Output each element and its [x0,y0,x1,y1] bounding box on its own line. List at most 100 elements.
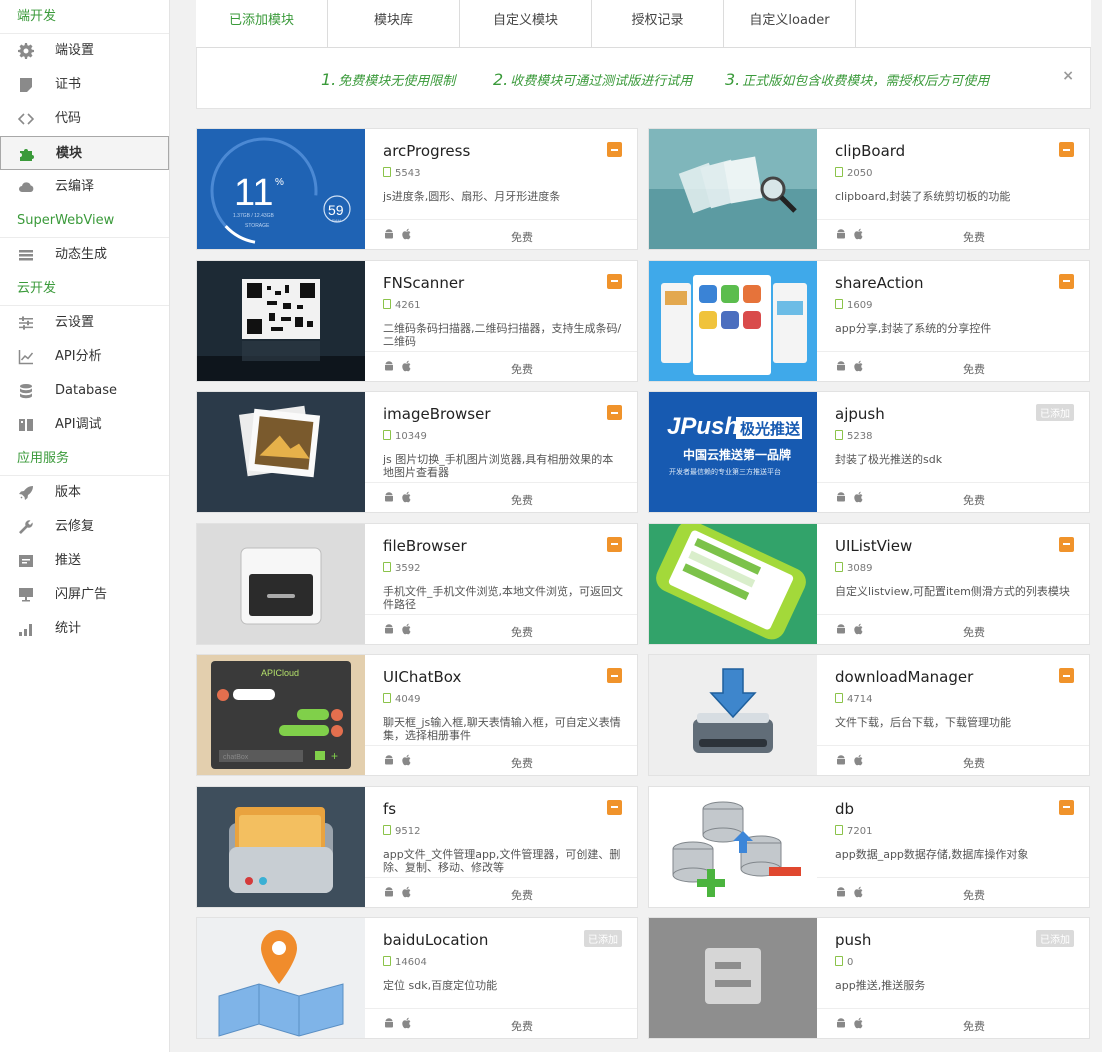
module-card-baiduLocation[interactable]: baiduLocation 14604 定位 sdk,百度定位功能 已添加 免费 [196,917,638,1039]
sidebar-item-cloud[interactable]: 云编译 [0,170,169,204]
module-card-imageBrowser[interactable]: imageBrowser 10349 js 图片切换_手机图片浏览器,具有相册效… [196,391,638,513]
remove-module-button[interactable] [607,273,622,289]
sidebar: 端开发 端设置 证书 代码 模块 云编译 SuperWebView 动态生成 云… [0,0,170,1052]
tab-2[interactable]: 自定义模块 [460,0,592,48]
android-icon [385,623,393,633]
module-card-FNScanner[interactable]: FNScanner 4261 二维码条码扫描器,二维码扫描器，支持生成条码/二维… [196,259,638,382]
sidebar-item-debug[interactable]: API调试 [0,408,169,442]
download-count: 2050 [835,167,872,179]
sidebar-item-sliders[interactable]: 云设置 [0,306,169,340]
module-footer: 免费 [817,745,1089,775]
sidebar-item-line-chart[interactable]: API分析 [0,340,169,374]
remove-module-button[interactable] [1059,142,1074,157]
android-icon [837,886,845,896]
download-count-icon [835,693,843,703]
remove-module-button[interactable] [607,668,622,683]
module-footer: 免费 [365,350,637,381]
sidebar-section-title: SuperWebView [0,204,169,238]
remove-module-button[interactable] [607,799,622,815]
module-name: fs [383,799,397,818]
android-icon [837,1018,845,1028]
module-price: 免费 [511,888,533,902]
module-card-clipBoard[interactable]: clipBoard 2050 clipboard,封装了系统剪切板的功能 免费 [648,128,1090,250]
download-count: 4261 [383,298,420,311]
android-icon [385,886,393,896]
module-name: UIChatBox [383,668,462,686]
module-price: 免费 [511,494,533,507]
sidebar-section-title: 云开发 [0,272,169,306]
notice-bar: 1. 免费模块无使用限制 2. 收费模块可通过测试版进行试用 3. 正式版如包含收费模… [196,48,1091,109]
module-footer: 免费 [817,876,1089,907]
apple-icon [854,360,863,371]
sidebar-item-bar-chart[interactable]: 统计 [0,612,169,646]
module-footer: 免费 [817,350,1089,381]
layers-icon [18,247,34,263]
module-price: 免费 [511,1020,533,1033]
module-price: 免费 [511,362,533,376]
close-icon[interactable]: × [1062,68,1074,84]
module-card-arcProgress[interactable]: 11 % 1.37GB / 12.43GB STORAGE 59 RAM arc… [196,128,638,250]
sidebar-item-code[interactable]: 代码 [0,102,169,136]
platform-icons [383,491,419,506]
module-card-fileBrowser[interactable]: fileBrowser 3592 手机文件_手机文件浏览,本地文件浏览，可返回文… [196,522,638,645]
sidebar-item-certificate[interactable]: 证书 [0,68,169,102]
remove-module-button[interactable] [1059,536,1074,552]
svg-text:RAM: RAM [332,218,341,223]
module-card-fs[interactable]: fs 9512 app文件_文件管理app,文件管理器，可创建、删除、复制、移动… [196,785,638,908]
module-card-ajpush[interactable]: JPush 极光推送 中国云推送第一品牌 开发者最信赖的专业第三方推送平台 aj… [648,391,1090,513]
remove-module-button[interactable] [607,405,622,420]
module-thumbnail [649,523,817,644]
module-price: 免费 [963,1020,985,1033]
remove-module-button[interactable] [607,536,622,552]
module-card-UIChatBox[interactable]: APICloud chatBox + UIChatBox 4049 聊天框_js… [196,654,638,776]
tab-4[interactable]: 自定义loader [724,0,856,48]
module-price: 免费 [963,231,985,244]
module-footer: 免费 [817,1008,1089,1038]
module-card-UIListView[interactable]: UIListView 3089 自定义listview,可配置item侧滑方式的… [648,522,1090,645]
sidebar-item-layers[interactable]: 动态生成 [0,238,169,272]
sidebar-item-rocket[interactable]: 版本 [0,476,169,510]
module-price: 免费 [511,231,533,244]
module-footer: 免费 [365,745,637,775]
apple-icon [402,360,411,371]
module-description: 自定义listview,可配置item侧滑方式的列表模块 [835,584,1070,598]
sidebar-item-label: 代码 [55,111,82,126]
svg-text:APICloud: APICloud [261,668,299,678]
notice-item-1: 1. 免费模块无使用限制 [321,70,456,89]
sidebar-item-ad-board[interactable]: 闪屏广告 [0,578,169,612]
module-thumbnail [649,786,817,907]
sidebar-item-gear[interactable]: 端设置 [0,34,169,68]
sidebar-item-database[interactable]: Database [0,374,169,408]
sidebar-item-wrench[interactable]: 云修复 [0,510,169,544]
remove-module-button[interactable] [1059,273,1074,289]
added-badge: 已添加 [1036,404,1074,421]
remove-module-button[interactable] [607,142,622,157]
platform-icons [383,886,419,901]
module-price: 免费 [511,757,533,770]
svg-text:59: 59 [328,202,344,218]
sidebar-item-label: 云修复 [55,519,95,534]
apple-icon [854,228,863,240]
svg-text:1.37GB / 12.43GB: 1.37GB / 12.43GB [233,213,275,219]
module-card-push[interactable]: push 0 app推送,推送服务 已添加 免费 [648,917,1090,1039]
module-name: imageBrowser [383,405,491,423]
android-icon [385,360,393,370]
module-card-db[interactable]: db 7201 app数据_app数据存储,数据库操作对象 免费 [648,785,1090,908]
sidebar-item-label: 云编译 [55,179,95,194]
sidebar-item-push[interactable]: 推送 [0,544,169,578]
download-count: 1609 [835,298,872,311]
code-icon [18,111,34,127]
tab-3[interactable]: 授权记录 [592,0,724,48]
module-card-shareAction[interactable]: shareAction 1609 app分享,封装了系统的分享控件 免费 [648,259,1090,382]
line-chart-icon [18,349,34,365]
download-count: 0 [835,956,853,968]
tab-1[interactable]: 模块库 [328,0,460,48]
remove-module-button[interactable] [1059,668,1074,683]
module-card-downloadManager[interactable]: downloadManager 4714 文件下载，后台下载，下载管理功能 免费 [648,654,1090,776]
module-footer: 免费 [365,876,637,907]
remove-module-button[interactable] [1059,799,1074,815]
android-icon [385,1018,393,1028]
sidebar-item-label: API调试 [55,417,102,432]
sidebar-item-puzzle[interactable]: 模块 [0,136,169,170]
tab-0[interactable]: 已添加模块 [196,0,328,48]
